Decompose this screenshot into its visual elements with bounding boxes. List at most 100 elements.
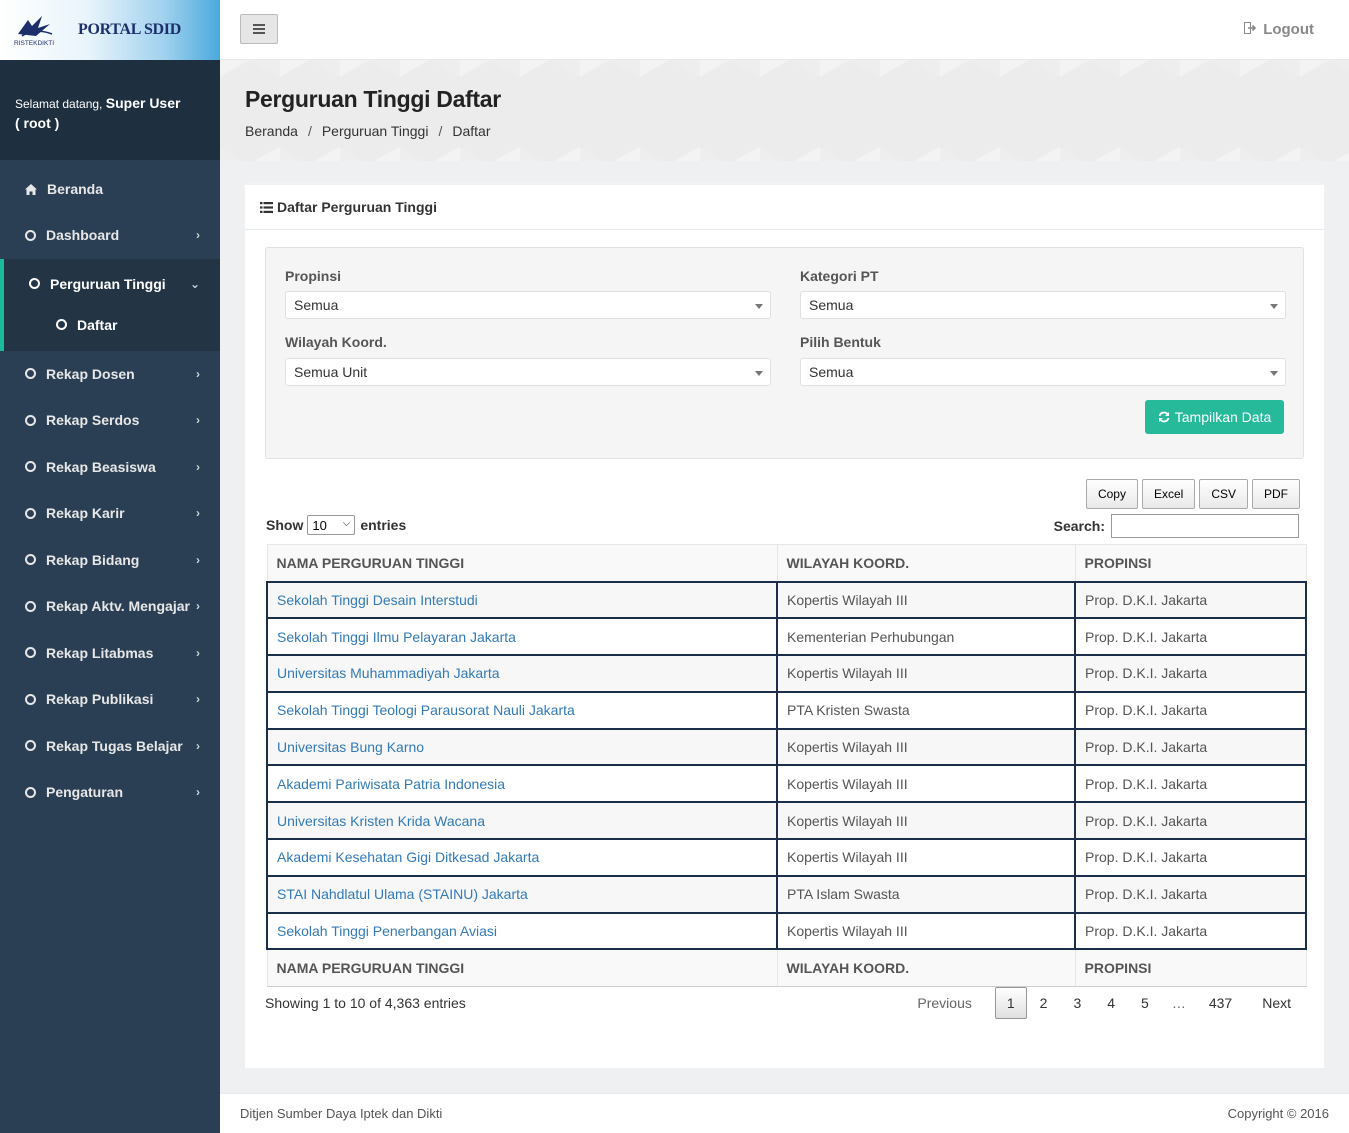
refresh-icon	[1158, 411, 1170, 423]
sidebar-item-beranda[interactable]: Beranda	[0, 166, 220, 212]
sidebar-item-dashboard[interactable]: Dashboard ›	[0, 212, 220, 259]
pagination-page[interactable]: 3	[1060, 987, 1094, 1019]
table-cell-nama: Akademi Kesehatan Gigi Ditkesad Jakarta	[266, 838, 778, 877]
table-row: Universitas Muhammadiyah Jakarta Kopertis…	[266, 654, 1307, 693]
excel-button[interactable]: Excel	[1141, 479, 1196, 509]
sidebar-item-rekap-tugas-belajar[interactable]: Rekap Tugas Belajar ›	[0, 723, 220, 770]
bentuk-select[interactable]: Semua	[800, 358, 1286, 386]
table-cell-propinsi: Prop. D.K.I. Jakarta	[1074, 727, 1307, 767]
pagination-next[interactable]: Next	[1249, 987, 1304, 1019]
pagination-page-current[interactable]: 1	[994, 987, 1027, 1019]
sidebar-item-label: Rekap Serdos	[46, 412, 140, 429]
table-row: STAI Nahdlatul Ulama (STAINU) Jakarta PTA…	[266, 874, 1307, 914]
entries-label: entries	[360, 517, 407, 533]
brand-title: PORTAL SDID	[78, 21, 181, 38]
propinsi-label: Propinsi	[285, 268, 342, 284]
sidebar-item-label: Rekap Dosen	[46, 365, 135, 382]
table-row: Universitas Bung Karno Kopertis Wilayah I…	[266, 727, 1307, 767]
breadcrumb-beranda[interactable]: Beranda	[245, 123, 298, 139]
page-length-select[interactable]: 10 ⌵	[307, 515, 356, 535]
sidebar-item-rekap-publikasi[interactable]: Rekap Publikasi ›	[0, 676, 220, 723]
table-cell-wilayah: Kopertis Wilayah III	[776, 911, 1076, 951]
table-cell-propinsi: Prop. D.K.I. Jakarta	[1074, 617, 1307, 657]
pt-link[interactable]: Sekolah Tinggi Penerbangan Aviasi	[277, 923, 497, 939]
menu-toggle-button[interactable]	[240, 14, 278, 44]
copy-button[interactable]: Copy	[1085, 479, 1138, 509]
sidebar-subitem-daftar[interactable]: Daftar	[4, 309, 220, 351]
sidebar-menu: Beranda Dashboard › Perguruan Tinggi ⌄ D…	[0, 160, 220, 816]
pagination-page[interactable]: 2	[1027, 987, 1061, 1019]
home-icon	[25, 183, 37, 195]
welcome-username: Super User	[105, 95, 181, 111]
wilayah-select[interactable]: Semua Unit	[285, 358, 771, 386]
pt-link[interactable]: Akademi Kesehatan Gigi Ditkesad Jakarta	[277, 849, 539, 865]
column-header-propinsi[interactable]: PROPINSI	[1074, 544, 1307, 582]
table-cell-propinsi: Prop. D.K.I. Jakarta	[1074, 654, 1307, 693]
breadcrumb-perguruan-tinggi[interactable]: Perguruan Tinggi	[322, 123, 429, 139]
column-header-wilayah[interactable]: WILAYAH KOORD.	[776, 544, 1076, 582]
sidebar-item-perguruan-tinggi[interactable]: Perguruan Tinggi ⌄	[4, 259, 220, 309]
circle-icon	[25, 414, 36, 426]
sidebar-item-rekap-bidang[interactable]: Rekap Bidang ›	[0, 537, 220, 584]
propinsi-value: Semua	[294, 297, 339, 313]
csv-button[interactable]: CSV	[1199, 479, 1248, 509]
sidebar-item-rekap-serdos[interactable]: Rekap Serdos ›	[0, 397, 220, 444]
sidebar-item-pengaturan[interactable]: Pengaturan ›	[0, 769, 220, 816]
page-header: Perguruan Tinggi Daftar Beranda / Pergur…	[220, 60, 1349, 161]
sidebar-item-rekap-dosen[interactable]: Rekap Dosen ›	[0, 351, 220, 398]
table-cell-wilayah: PTA Kristen Swasta	[776, 690, 1076, 730]
pt-link[interactable]: Universitas Bung Karno	[277, 739, 424, 755]
chevron-right-icon: ›	[196, 459, 200, 474]
table-cell-nama: Sekolah Tinggi Penerbangan Aviasi	[266, 911, 778, 951]
pt-link[interactable]: Sekolah Tinggi Desain Interstudi	[277, 592, 478, 608]
table-row: Sekolah Tinggi Desain Interstudi Kopertis…	[266, 580, 1307, 620]
pagination-page-last[interactable]: 437	[1196, 987, 1245, 1019]
wilayah-value: Semua Unit	[294, 364, 368, 380]
pagination-page[interactable]: 4	[1094, 987, 1128, 1019]
circle-icon	[25, 693, 36, 705]
pt-link[interactable]: Universitas Muhammadiyah Jakarta	[277, 665, 500, 681]
table-cell-nama: Universitas Kristen Krida Wacana	[266, 801, 778, 841]
table-cell-wilayah: Kopertis Wilayah III	[776, 764, 1076, 804]
search-input[interactable]	[1111, 514, 1299, 538]
chevron-right-icon: ›	[196, 738, 200, 753]
table-cell-nama: Universitas Bung Karno	[266, 727, 778, 767]
column-header-nama[interactable]: NAMA PERGURUAN TINGGI	[266, 544, 778, 582]
pt-link[interactable]: Sekolah Tinggi Ilmu Pelayaran Jakarta	[277, 629, 516, 645]
pdf-button[interactable]: PDF	[1252, 479, 1300, 509]
sidebar-item-label: Beranda	[47, 181, 104, 197]
table-cell-wilayah: Kopertis Wilayah III	[776, 838, 1076, 877]
pt-link[interactable]: Sekolah Tinggi Teologi Parausorat Nauli …	[277, 702, 575, 718]
tampilkan-data-button[interactable]: Tampilkan Data	[1145, 400, 1284, 434]
pagination-page[interactable]: 5	[1128, 987, 1162, 1019]
pagination-previous[interactable]: Previous	[904, 987, 984, 1019]
sidebar-item-rekap-beasiswa[interactable]: Rekap Beasiswa ›	[0, 444, 220, 491]
propinsi-select[interactable]: Semua	[285, 291, 771, 319]
sidebar-item-rekap-karir[interactable]: Rekap Karir ›	[0, 490, 220, 537]
caret-down-icon	[1270, 304, 1278, 309]
sidebar-subitem-label: Daftar	[77, 316, 118, 333]
sidebar-item-rekap-litabmas[interactable]: Rekap Litabmas ›	[0, 630, 220, 677]
panel-title-text: Daftar Perguruan Tinggi	[277, 199, 437, 215]
show-label: Show	[266, 517, 304, 533]
pt-link[interactable]: STAI Nahdlatul Ulama (STAINU) Jakarta	[277, 886, 528, 902]
pt-link[interactable]: Akademi Pariwisata Patria Indonesia	[277, 776, 505, 792]
logout-link[interactable]: Logout	[1244, 21, 1314, 38]
sidebar-item-rekap-aktv-mengajar[interactable]: Rekap Aktv. Mengajar ›	[0, 583, 220, 630]
filter-form: Propinsi Semua Kategori PT Semua Wilayah…	[265, 247, 1304, 459]
table-cell-nama: STAI Nahdlatul Ulama (STAINU) Jakarta	[266, 874, 778, 914]
sidebar: RISTEKDIKTI PORTAL SDID Selamat datang, …	[0, 0, 220, 1133]
chevron-right-icon: ›	[196, 413, 200, 428]
table-cell-wilayah: Kopertis Wilayah III	[776, 801, 1076, 841]
pt-link[interactable]: Universitas Kristen Krida Wacana	[277, 813, 485, 829]
kategori-value: Semua	[809, 297, 854, 313]
bentuk-label: Pilih Bentuk	[800, 334, 881, 350]
welcome-greeting: Selamat datang,	[15, 97, 103, 111]
top-navbar: Logout	[220, 0, 1349, 60]
sidebar-item-label: Rekap Tugas Belajar	[46, 737, 183, 754]
kategori-select[interactable]: Semua	[800, 291, 1286, 319]
sidebar-item-label: Rekap Bidang	[46, 551, 140, 568]
welcome-panel: Selamat datang, Super User ( root )	[0, 60, 220, 160]
perguruan-tinggi-table: NAMA PERGURUAN TINGGI WILAYAH KOORD. PRO…	[266, 544, 1307, 987]
brand[interactable]: RISTEKDIKTI PORTAL SDID	[0, 0, 220, 60]
